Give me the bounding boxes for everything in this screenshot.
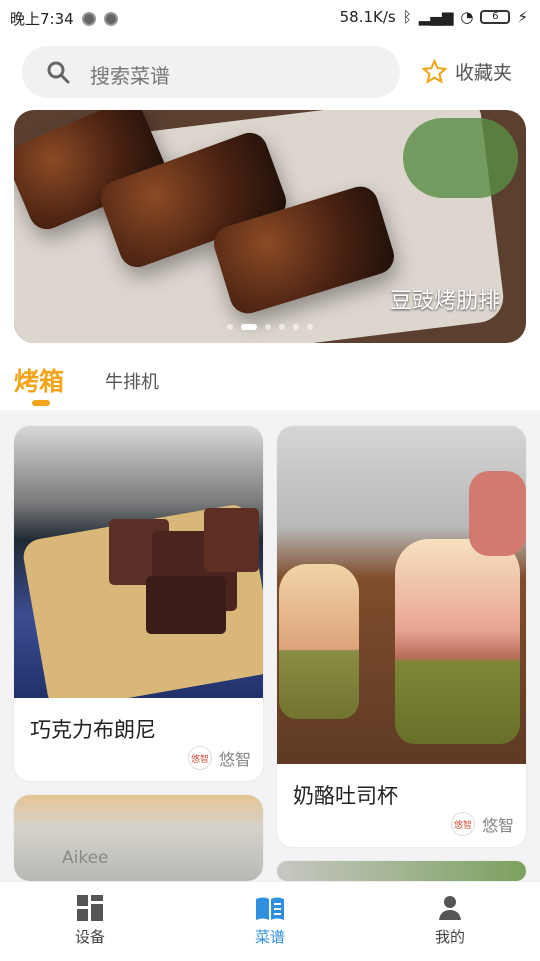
status-bar: 晚上7:34 58.1K/s ᛒ ▂▄▆ ◔ 6 ⚡ (0, 0, 540, 34)
recipe-image (277, 861, 526, 881)
status-time: 晚上7:34 (10, 10, 74, 28)
recipe-title: 巧克力布朗尼 (30, 718, 156, 742)
bluetooth-icon: ᛒ (402, 8, 412, 26)
tab-oven[interactable]: 烤箱 (14, 362, 64, 398)
brand-name: 悠智 (481, 816, 514, 835)
bottom-navigation: 设备 菜谱 我的 (0, 881, 540, 961)
recipe-brand: 悠智 悠智 (187, 746, 251, 770)
recipe-card[interactable]: 巧克力布朗尼 悠智 悠智 (14, 426, 263, 781)
carousel-dot (307, 324, 313, 330)
search-placeholder: 搜索菜谱 (90, 64, 170, 88)
nav-label: 我的 (434, 928, 465, 946)
header-area: 搜索菜谱 收藏夹 豆豉烤肋排 烤箱 牛排机 (0, 34, 540, 410)
tab-steak-machine[interactable]: 牛排机 (105, 368, 159, 394)
carousel-dot (265, 324, 271, 330)
toast-cup-image (469, 471, 526, 556)
brand-logo: 悠智 (450, 812, 475, 836)
appliance-watermark: Aikee (62, 848, 109, 868)
carousel-dot (227, 324, 233, 330)
nav-label: 菜谱 (254, 928, 285, 946)
recipe-card[interactable] (277, 861, 526, 881)
star-icon (422, 59, 447, 84)
carousel-dot (279, 324, 285, 330)
nav-recipes[interactable]: 菜谱 (220, 894, 320, 947)
favorites-label: 收藏夹 (455, 62, 513, 84)
recipe-image: Aikee (14, 795, 263, 881)
recipe-title: 奶酪吐司杯 (293, 784, 398, 808)
toast-cup-image (279, 564, 359, 719)
recipe-brand: 悠智 悠智 (450, 812, 514, 836)
network-speed: 58.1K/s (339, 8, 396, 26)
banner-title: 豆豉烤肋排 (389, 289, 500, 314)
brownie-image (146, 576, 226, 634)
brand-logo: 悠智 (187, 746, 212, 770)
nav-label: 设备 (74, 928, 105, 946)
wifi-icon: ◔ (460, 8, 474, 26)
nav-devices[interactable]: 设备 (40, 894, 140, 947)
signal-icon: ▂▄▆ (418, 8, 454, 26)
recipe-card[interactable]: 奶酪吐司杯 悠智 悠智 (277, 426, 526, 847)
recipe-card[interactable]: Aikee (14, 795, 263, 881)
notification-icon (103, 11, 118, 26)
carousel-indicator (227, 324, 313, 330)
brownie-image (204, 508, 259, 572)
recipe-image (14, 426, 263, 698)
battery-icon: 6 (480, 10, 511, 24)
notification-icon (81, 11, 96, 26)
recipe-banner[interactable]: 豆豉烤肋排 (14, 110, 526, 343)
category-tabs: 烤箱 牛排机 (0, 360, 540, 410)
carousel-dot (293, 324, 299, 330)
tab-indicator (32, 400, 50, 406)
toast-cup-image (395, 539, 520, 744)
favorites-button[interactable]: 收藏夹 (422, 58, 512, 85)
carousel-dot-active (241, 324, 257, 330)
nav-profile[interactable]: 我的 (400, 894, 500, 947)
search-bar[interactable]: 搜索菜谱 (22, 46, 400, 98)
search-icon (47, 61, 70, 84)
device-grid-icon (77, 895, 103, 921)
recipe-image (277, 426, 526, 764)
brand-name: 悠智 (218, 750, 251, 769)
recipe-book-icon (256, 897, 284, 920)
person-icon (439, 896, 461, 920)
charging-icon: ⚡ (517, 8, 528, 26)
garnish-image (403, 118, 518, 198)
